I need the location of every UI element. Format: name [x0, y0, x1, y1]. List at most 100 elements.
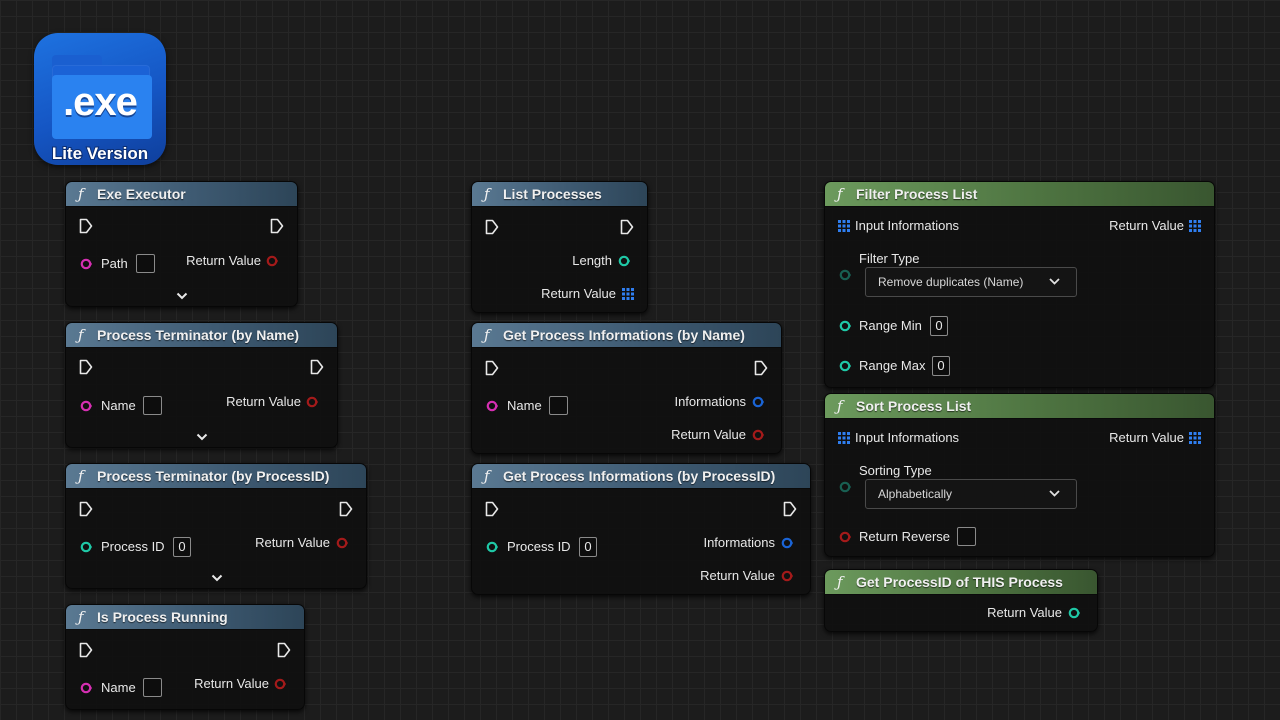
array-grid-icon[interactable] — [1189, 220, 1201, 232]
filter-type-label: Filter Type — [859, 251, 920, 266]
node-list-processes[interactable]: ƒ List Processes Length Return Value — [471, 181, 648, 313]
process-id-input[interactable]: 0 — [173, 537, 191, 557]
enum-pin-icon[interactable] — [839, 481, 851, 493]
node-get-process-info-name[interactable]: ƒ Get Process Informations (by Name) Nam… — [471, 322, 782, 454]
return-value-label: Return Value — [541, 286, 616, 301]
sorting-type-dropdown[interactable]: Alphabetically — [865, 479, 1077, 509]
exe-logo-text: .exe — [63, 80, 138, 124]
function-icon: ƒ — [484, 326, 490, 344]
exec-out-pin-icon[interactable] — [310, 359, 324, 375]
node-header[interactable]: ƒ Get ProcessID of THIS Process — [825, 570, 1097, 595]
name-input[interactable] — [143, 396, 162, 415]
int-pin-icon[interactable] — [1068, 607, 1080, 619]
string-pin-icon[interactable] — [80, 400, 92, 412]
int-pin-icon[interactable] — [839, 320, 851, 332]
node-filter-process-list[interactable]: ƒ Filter Process List Input Informations… — [824, 181, 1215, 388]
node-header[interactable]: ƒ Process Terminator (by ProcessID) — [66, 464, 366, 489]
node-title: List Processes — [503, 186, 602, 202]
return-reverse-label: Return Reverse — [859, 529, 951, 544]
node-title: Sort Process List — [856, 398, 972, 414]
array-grid-icon[interactable] — [838, 432, 850, 444]
node-title: Get Process Informations (by ProcessID) — [503, 468, 776, 484]
node-header[interactable]: ƒ Get Process Informations (by ProcessID… — [472, 464, 810, 489]
int-pin-icon[interactable] — [839, 360, 851, 372]
string-pin-icon[interactable] — [80, 682, 92, 694]
exec-in-pin-icon[interactable] — [79, 501, 93, 517]
node-header[interactable]: ƒ Process Terminator (by Name) — [66, 323, 337, 348]
struct-pin-icon[interactable] — [781, 537, 793, 549]
node-process-terminator-name[interactable]: ƒ Process Terminator (by Name) Name Retu… — [65, 322, 338, 448]
lite-version-text: Lite Version — [51, 143, 149, 164]
return-value-label: Return Value — [1109, 430, 1184, 445]
chevron-down-icon[interactable] — [211, 574, 223, 582]
node-header[interactable]: ƒ Get Process Informations (by Name) — [472, 323, 781, 348]
node-header[interactable]: ƒ Sort Process List — [825, 394, 1214, 419]
function-icon: ƒ — [78, 467, 84, 485]
bool-pin-icon[interactable] — [266, 255, 278, 267]
exec-in-pin-icon[interactable] — [485, 501, 499, 517]
string-pin-icon[interactable] — [486, 400, 498, 412]
range-max-input[interactable]: 0 — [932, 356, 950, 376]
exec-in-pin-icon[interactable] — [485, 360, 499, 376]
exe-app-icon: .exe Lite Version — [34, 33, 166, 165]
array-grid-icon[interactable] — [1189, 432, 1201, 444]
node-header[interactable]: ƒ List Processes — [472, 182, 647, 207]
exec-in-pin-icon[interactable] — [485, 219, 499, 235]
node-process-terminator-pid[interactable]: ƒ Process Terminator (by ProcessID) Proc… — [65, 463, 367, 589]
string-pin-icon[interactable] — [80, 258, 92, 270]
filter-type-value: Remove duplicates (Name) — [878, 275, 1024, 289]
process-id-label: Process ID — [101, 539, 165, 554]
range-max-label: Range Max — [859, 358, 926, 373]
bool-pin-icon[interactable] — [752, 429, 764, 441]
input-informations-label: Input Informations — [855, 430, 960, 445]
exec-out-pin-icon[interactable] — [270, 218, 284, 234]
int-pin-icon[interactable] — [618, 255, 630, 267]
range-min-input[interactable]: 0 — [930, 316, 948, 336]
name-label: Name — [507, 398, 542, 413]
exec-in-pin-icon[interactable] — [79, 642, 93, 658]
bool-pin-icon[interactable] — [839, 531, 851, 543]
filter-type-dropdown[interactable]: Remove duplicates (Name) — [865, 267, 1077, 297]
exec-out-pin-icon[interactable] — [620, 219, 634, 235]
array-grid-icon[interactable] — [838, 220, 850, 232]
struct-pin-icon[interactable] — [752, 396, 764, 408]
node-get-process-info-pid[interactable]: ƒ Get Process Informations (by ProcessID… — [471, 463, 811, 595]
return-value-label: Return Value — [700, 568, 775, 583]
array-grid-icon[interactable] — [622, 288, 634, 300]
function-icon: ƒ — [484, 185, 490, 203]
path-input[interactable] — [136, 254, 155, 273]
int-pin-icon[interactable] — [80, 541, 92, 553]
chevron-down-icon[interactable] — [196, 433, 208, 441]
node-header[interactable]: ƒ Exe Executor — [66, 182, 297, 207]
return-reverse-checkbox[interactable] — [957, 527, 976, 546]
exec-in-pin-icon[interactable] — [79, 218, 93, 234]
bool-pin-icon[interactable] — [781, 570, 793, 582]
exec-out-pin-icon[interactable] — [783, 501, 797, 517]
range-min-label: Range Min — [859, 318, 922, 333]
node-is-process-running[interactable]: ƒ Is Process Running Name Return Value — [65, 604, 305, 710]
exec-out-pin-icon[interactable] — [277, 642, 291, 658]
function-icon: ƒ — [78, 185, 84, 203]
function-icon: ƒ — [78, 608, 84, 626]
process-id-input[interactable]: 0 — [579, 537, 597, 557]
return-value-label: Return Value — [226, 394, 301, 409]
exec-out-pin-icon[interactable] — [754, 360, 768, 376]
node-sort-process-list[interactable]: ƒ Sort Process List Input Informations R… — [824, 393, 1215, 557]
bool-pin-icon[interactable] — [306, 396, 318, 408]
chevron-down-icon[interactable] — [176, 292, 188, 300]
node-header[interactable]: ƒ Filter Process List — [825, 182, 1214, 207]
name-input[interactable] — [549, 396, 568, 415]
name-input[interactable] — [143, 678, 162, 697]
process-id-label: Process ID — [507, 539, 571, 554]
enum-pin-icon[interactable] — [839, 269, 851, 281]
node-exe-executor[interactable]: ƒ Exe Executor Path Return Value — [65, 181, 298, 307]
exec-in-pin-icon[interactable] — [79, 359, 93, 375]
node-header[interactable]: ƒ Is Process Running — [66, 605, 304, 630]
node-get-processid-this[interactable]: ƒ Get ProcessID of THIS Process Return V… — [824, 569, 1098, 632]
int-pin-icon[interactable] — [486, 541, 498, 553]
return-value-label: Return Value — [194, 676, 269, 691]
exec-out-pin-icon[interactable] — [339, 501, 353, 517]
function-icon: ƒ — [78, 326, 84, 344]
bool-pin-icon[interactable] — [336, 537, 348, 549]
bool-pin-icon[interactable] — [274, 678, 286, 690]
